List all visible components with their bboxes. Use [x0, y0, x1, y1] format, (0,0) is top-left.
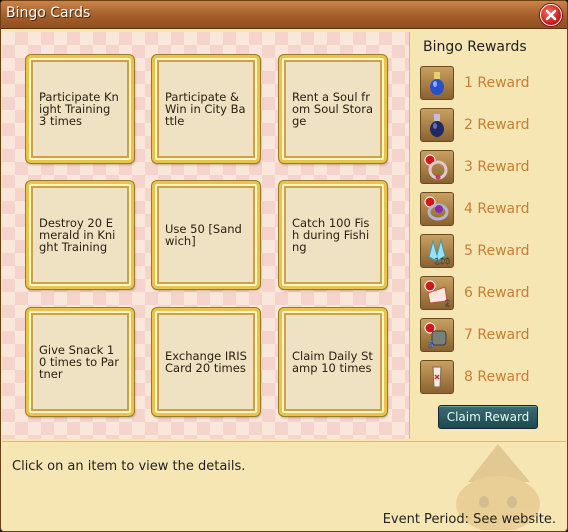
bingo-card[interactable]: Use 50 [Sandwich] — [152, 181, 260, 289]
bingo-card[interactable]: Participate Knight Training 3 times — [26, 55, 134, 163]
bingo-card[interactable]: Rent a Soul from Soul Storage — [279, 55, 387, 163]
reward-label: 7 Reward — [464, 327, 530, 343]
reward-row[interactable]: 2 6 Reward — [420, 276, 560, 312]
bingo-card[interactable]: Destroy 20 Emerald in Knight Training — [26, 181, 134, 289]
reward-row[interactable]: 5 7 Reward — [420, 318, 560, 354]
bingo-card-label: Use 50 [Sandwich] — [165, 222, 242, 248]
close-icon — [545, 9, 557, 21]
rewards-title: Bingo Rewards — [423, 39, 527, 55]
cake-icon: 2 — [420, 276, 454, 310]
gem-bracelet-icon — [420, 192, 454, 226]
bingo-card[interactable]: Give Snack 10 times to Partner — [26, 308, 134, 416]
bingo-card-label: Give Snack 10 times to Partner — [39, 343, 119, 381]
reward-label: 2 Reward — [464, 117, 530, 133]
title-bar[interactable]: Bingo Cards — [1, 1, 567, 29]
bingo-card[interactable]: Participate & Win in City Battle — [152, 55, 260, 163]
bingo-card-label: Destroy 20 Emerald in Knight Training — [39, 216, 116, 254]
close-button[interactable] — [540, 4, 562, 26]
bingo-card[interactable]: Claim Daily Stamp 10 times — [279, 308, 387, 416]
bingo-card-label: Catch 100 Fish during Fishing — [292, 216, 370, 254]
bingo-card-label: Claim Daily Stamp 10 times — [292, 349, 373, 375]
dark-potion-icon — [420, 108, 454, 142]
svg-text:2: 2 — [445, 299, 450, 307]
bingo-card[interactable]: Catch 100 Fish during Fishing — [279, 181, 387, 289]
pearl-necklace-icon — [420, 150, 454, 184]
details-hint: Click on an item to view the details. — [12, 459, 246, 474]
event-period: Event Period: See website. — [382, 512, 556, 527]
bingo-card-label: Exchange IRIS Card 20 times — [165, 349, 247, 375]
bingo-card-grid: Participate Knight Training 3 times Part… — [2, 32, 410, 439]
blue-potion-icon — [420, 66, 454, 100]
reward-row[interactable]: 8 Reward — [420, 360, 560, 396]
reward-row[interactable]: 2 Reward — [420, 108, 560, 144]
reward-label: 5 Reward — [464, 243, 530, 259]
crystal-icon: 100 — [420, 234, 454, 268]
scroll-icon — [420, 360, 454, 394]
reward-label: 6 Reward — [464, 285, 530, 301]
claim-reward-button[interactable]: Claim Reward — [438, 405, 538, 429]
svg-text:5: 5 — [428, 341, 434, 349]
reward-label: 8 Reward — [464, 369, 530, 385]
gear-armor-icon: 5 — [420, 318, 454, 352]
window-title: Bingo Cards — [6, 5, 91, 21]
rewards-panel: Bingo Rewards 1 Reward 2 Reward 3 Reward… — [412, 32, 567, 439]
bingo-card[interactable]: Exchange IRIS Card 20 times — [152, 308, 260, 416]
bingo-cards-window: Bingo Cards Participate Knight Training … — [0, 0, 568, 532]
bingo-card-label: Rent a Soul from Soul Storage — [292, 90, 373, 128]
reward-row[interactable]: 1 Reward — [420, 66, 560, 102]
details-panel: Click on an item to view the details. Ev… — [2, 441, 566, 531]
reward-label: 3 Reward — [464, 159, 530, 175]
reward-label: 1 Reward — [464, 75, 530, 91]
svg-text:100: 100 — [435, 257, 450, 265]
reward-row[interactable]: 4 Reward — [420, 192, 560, 228]
bingo-card-label: Participate & Win in City Battle — [165, 90, 246, 128]
reward-row[interactable]: 3 Reward — [420, 150, 560, 186]
reward-row[interactable]: 100 5 Reward — [420, 234, 560, 270]
reward-label: 4 Reward — [464, 201, 530, 217]
bingo-card-label: Participate Knight Training 3 times — [39, 90, 119, 128]
